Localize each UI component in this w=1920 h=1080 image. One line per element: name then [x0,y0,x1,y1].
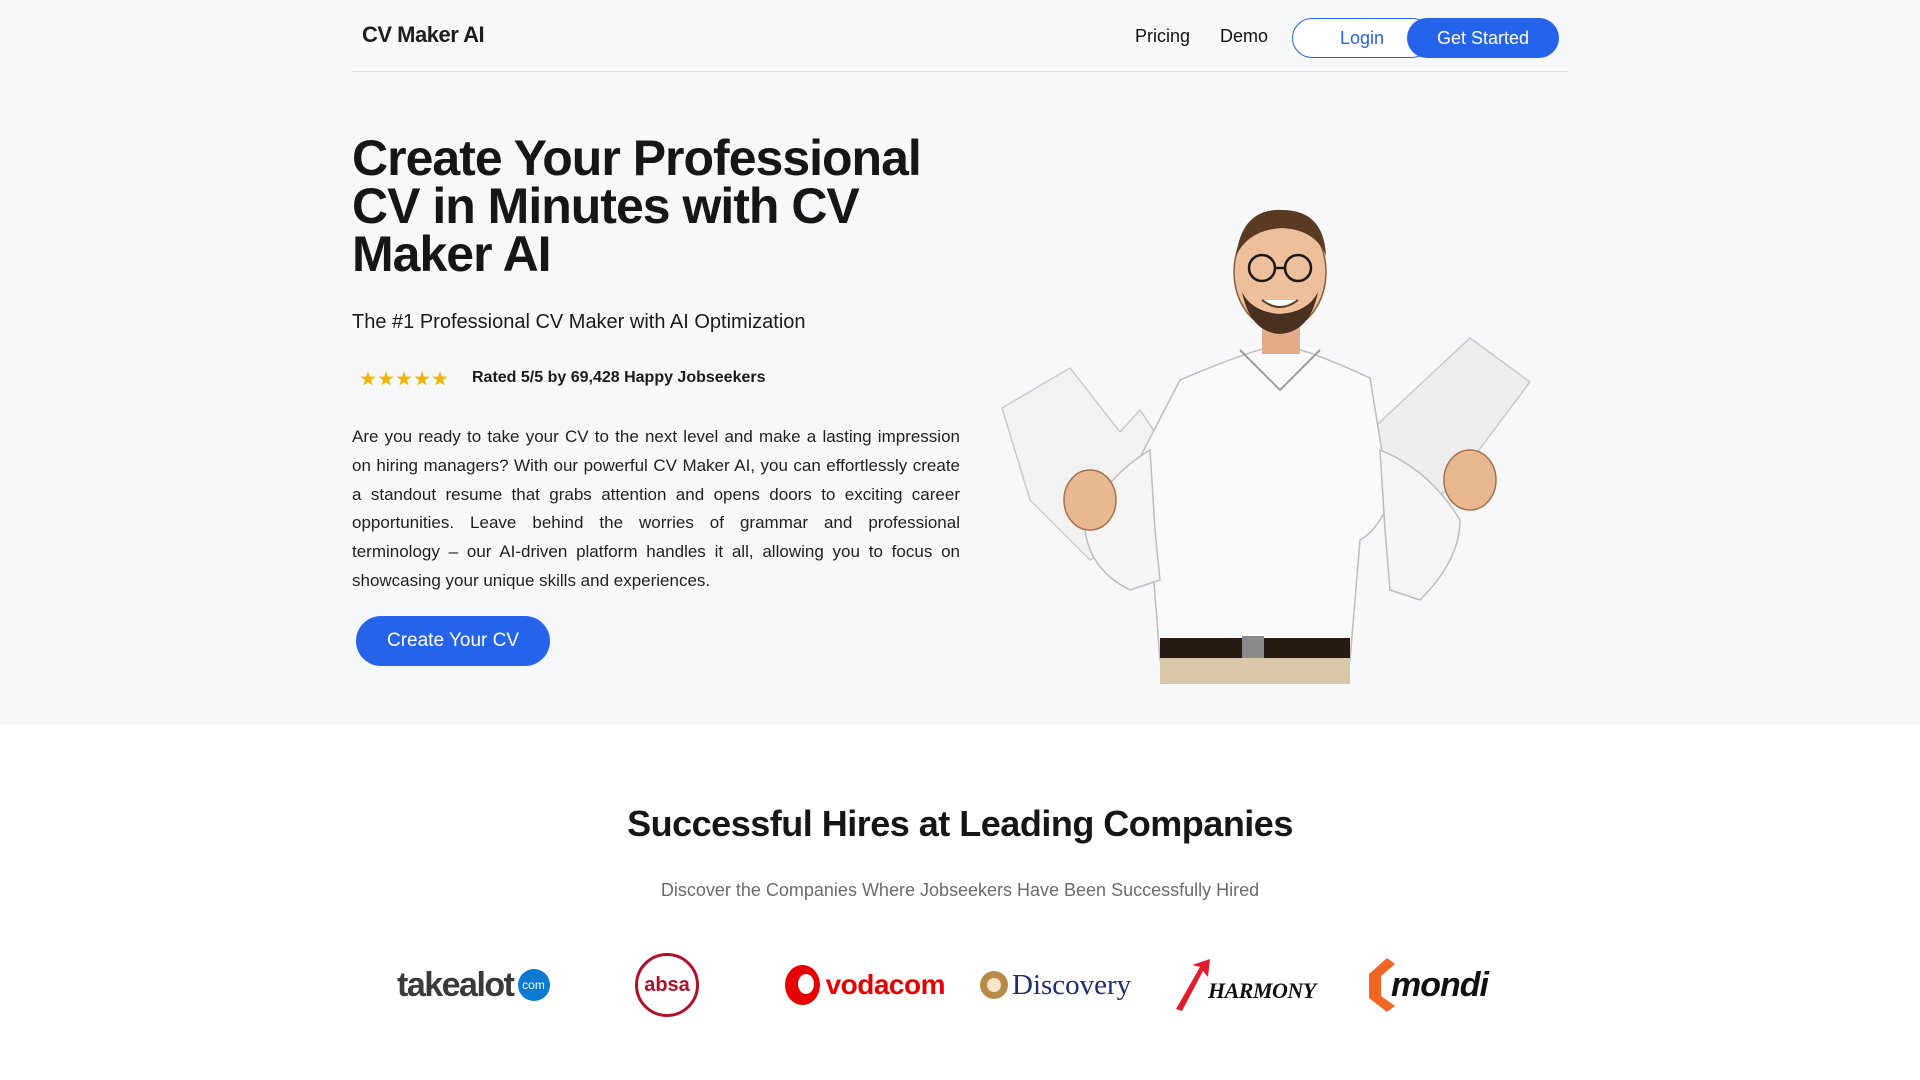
harmony-logo: HARMONY [1170,950,1340,1020]
discovery-logo: Discovery [980,950,1140,1020]
companies-section-title: Successful Hires at Leading Companies [627,803,1293,844]
star-icon [396,371,412,386]
companies-section-subtitle: Discover the Companies Where Jobseekers … [660,880,1260,900]
star-icon [378,371,394,386]
takealot-logo: takealot com [397,950,567,1020]
businessman-holding-documents-illustration [990,200,1550,684]
nav-pricing-link[interactable]: Pricing [1135,26,1190,47]
star-icon [360,371,376,386]
get-started-button[interactable]: Get Started [1407,18,1559,58]
brand-logo[interactable]: CV Maker AI [362,22,485,48]
hero-description: Are you ready to take your CV to the nex… [352,427,960,590]
hero-subtitle: The #1 Professional CV Maker with AI Opt… [352,311,806,333]
absa-text: absa [644,973,690,996]
vodacom-logo: vodacom [785,950,946,1020]
site-header: CV Maker AI Pricing Demo Login Get Start… [352,0,1568,72]
discovery-emblem-icon [980,971,1008,999]
takealot-com-text: com [522,978,545,992]
discovery-wordmark: Discovery [1012,968,1132,1001]
mondi-wordmark: mondi [1391,965,1489,1004]
takealot-wordmark: takealot [397,965,515,1004]
hero-title: Create Your Professional CV in Minutes w… [352,130,922,282]
absa-logo: absa [635,950,715,1020]
takealot-com-badge: com [517,969,550,1001]
hero-background [0,0,1920,725]
rating-row: Rated 5/5 by 69,428 Happy Jobseekers [360,367,766,391]
harmony-wordmark: HARMONY [1208,978,1316,1003]
star-icon [432,371,448,386]
nav-demo-link[interactable]: Demo [1220,26,1268,47]
absa-wordmark: absa [635,953,699,1017]
rating-text: Rated 5/5 by 69,428 Happy Jobseekers [472,369,766,386]
rating-stars [360,371,448,387]
vodacom-wordmark: vodacom [825,969,946,1000]
company-logos: takealot com absa vodacom Discovery HARM… [390,950,1530,1020]
vodacom-speechmark-icon [785,965,820,1005]
star-icon [414,371,430,386]
mondi-logo: mondi [1365,950,1535,1020]
create-cv-button[interactable]: Create Your CV [356,616,550,666]
